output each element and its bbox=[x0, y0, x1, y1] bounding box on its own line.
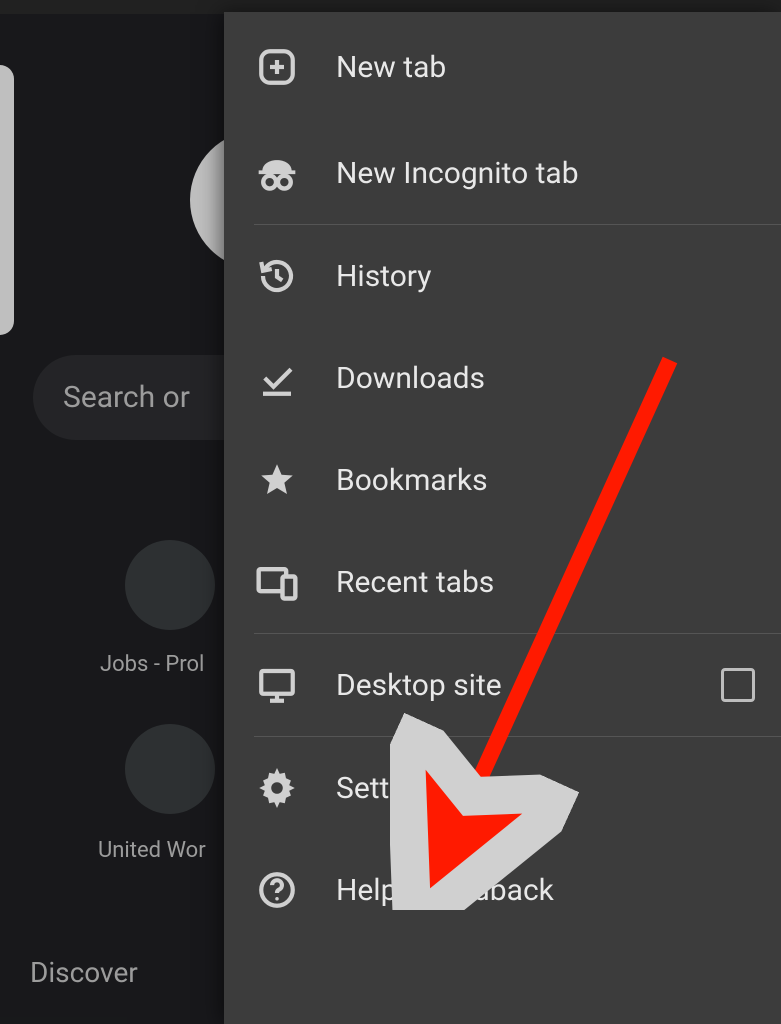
desktop-site-checkbox[interactable] bbox=[721, 668, 755, 702]
menu-item-desktop-site[interactable]: Desktop site bbox=[224, 634, 781, 736]
chrome-overflow-menu: New tab New Incognito tab History Dow bbox=[224, 12, 781, 1024]
gear-icon bbox=[254, 765, 300, 811]
menu-label: History bbox=[336, 259, 431, 294]
menu-label: New Incognito tab bbox=[336, 156, 579, 191]
menu-item-recent-tabs[interactable]: Recent tabs bbox=[224, 531, 781, 633]
desktop-icon bbox=[254, 662, 300, 708]
menu-label: Help & feedback bbox=[336, 873, 554, 908]
menu-item-incognito[interactable]: New Incognito tab bbox=[224, 122, 781, 224]
downloads-icon bbox=[254, 355, 300, 401]
menu-label: New tab bbox=[336, 50, 446, 85]
menu-item-settings[interactable]: Settings bbox=[224, 737, 781, 839]
menu-item-help[interactable]: Help & feedback bbox=[224, 839, 781, 941]
menu-label: Downloads bbox=[336, 361, 485, 396]
menu-label: Recent tabs bbox=[336, 565, 494, 600]
menu-item-new-tab[interactable]: New tab bbox=[224, 12, 781, 122]
menu-item-downloads[interactable]: Downloads bbox=[224, 327, 781, 429]
menu-item-bookmarks[interactable]: Bookmarks bbox=[224, 429, 781, 531]
new-tab-icon bbox=[254, 44, 300, 90]
menu-label: Desktop site bbox=[336, 668, 502, 703]
menu-label: Bookmarks bbox=[336, 463, 488, 498]
help-icon bbox=[254, 867, 300, 913]
bookmarks-icon bbox=[254, 457, 300, 503]
recent-tabs-icon bbox=[254, 559, 300, 605]
menu-item-history[interactable]: History bbox=[224, 225, 781, 327]
menu-label: Settings bbox=[336, 771, 446, 806]
history-icon bbox=[254, 253, 300, 299]
incognito-icon bbox=[254, 150, 300, 196]
